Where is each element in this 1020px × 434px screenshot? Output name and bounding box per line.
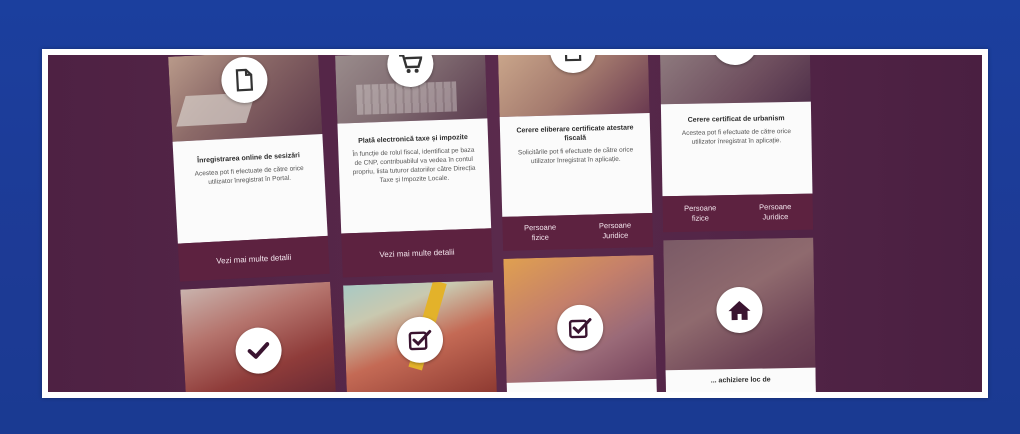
service-card-sesizari: Înregistrarea online de sesizări Acestea…: [172, 133, 328, 244]
service-photo-urbanism: [660, 55, 811, 105]
card-description: Solicitările pot fi efectuate de către o…: [517, 146, 634, 166]
option-persoane-fizice[interactable]: Persoane fizice: [675, 203, 725, 224]
service-photo-excavator: [343, 280, 497, 392]
card-description: În funcție de rolul fiscal, identificat …: [352, 146, 476, 185]
service-card-certificat-fiscal: Cerere eliberare certificate atestare fi…: [499, 113, 653, 217]
option-persoane-juridice[interactable]: Persoane Juridice: [590, 220, 641, 241]
option-persoane-juridice[interactable]: Persoane Juridice: [750, 202, 800, 223]
service-column-1: Înregistrarea online de sesizări Acestea…: [168, 55, 336, 392]
service-photo-building: [180, 281, 336, 392]
details-button[interactable]: Vezi mai multe detalii: [177, 235, 330, 282]
service-column-3: Cerere eliberare certificate atestare fi…: [498, 55, 657, 392]
service-photo-keyboard: [335, 55, 488, 124]
service-card-certificat-urbanism: Cerere certificat de urbanism Acestea po…: [660, 101, 813, 197]
service-photo-interior: ... achiziere loc de: [663, 237, 816, 392]
service-photo-signing: [503, 254, 657, 392]
portal-services-screenshot: Înregistrarea online de sesizări Acestea…: [48, 55, 982, 392]
card-title: Cerere eliberare certificate atestare fi…: [516, 124, 634, 143]
service-card-plata-taxe: Plată electronică taxe și impozite În fu…: [337, 118, 492, 234]
option-persoane-fizice[interactable]: Persoane fizice: [515, 222, 566, 243]
service-photo-laptop: [168, 55, 323, 142]
card-title-partial: ... achiziere loc de: [710, 376, 771, 385]
card-title: Plată electronică taxe și impozite: [358, 134, 468, 145]
card-title: Cerere certificat de urbanism: [687, 115, 785, 124]
card-description: Acestea pot fi efectuate de către orice …: [194, 164, 304, 186]
person-type-options: Persoane fizice Persoane Juridice: [662, 193, 814, 233]
details-button[interactable]: Vezi mai multe detalii: [341, 228, 493, 278]
card-description: Acestea pot fi efectuate de către orice …: [681, 128, 792, 146]
service-photo-paperwork: [498, 55, 650, 117]
person-type-options: Persoane fizice Persoane Juridice: [502, 212, 654, 251]
service-column-4: Cerere certificat de urbanism Acestea po…: [660, 55, 816, 392]
service-column-2: Plată electronică taxe și impozite În fu…: [335, 55, 497, 392]
